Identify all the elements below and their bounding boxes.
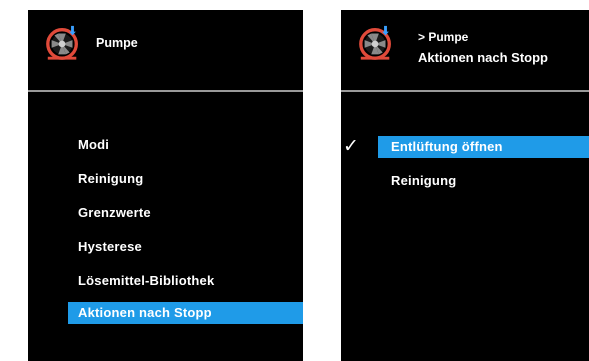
- menu-item-modi[interactable]: Modi: [28, 134, 303, 156]
- breadcrumb[interactable]: > Pumpe: [418, 30, 468, 44]
- option-entlueftung-oeffnen[interactable]: ✓ Entlüftung öffnen: [343, 136, 589, 158]
- option-label: Entlüftung öffnen: [391, 139, 503, 154]
- option-label: Reinigung: [391, 173, 457, 188]
- pump-icon: [46, 25, 78, 60]
- option-reinigung[interactable]: Reinigung: [341, 170, 589, 192]
- menu-item-label: Aktionen nach Stopp: [78, 305, 212, 320]
- menu-item-label: Reinigung: [78, 171, 144, 186]
- options-menu: ✓ Entlüftung öffnen Reinigung: [341, 136, 589, 192]
- aktionen-nach-stopp-screen: > Pumpe Aktionen nach Stopp ✓ Entlüftung…: [341, 10, 589, 361]
- menu-item-loesemittel-bibliothek[interactable]: Lösemittel-Bibliothek: [28, 270, 303, 292]
- menu-item-label: Modi: [78, 137, 110, 152]
- pump-menu-screen: Pumpe Modi Reinigung Grenzwerte Hysteres…: [28, 10, 303, 361]
- settings-menu: Modi Reinigung Grenzwerte Hysterese Löse…: [28, 134, 303, 324]
- menu-item-grenzwerte[interactable]: Grenzwerte: [28, 202, 303, 224]
- menu-item-label: Grenzwerte: [78, 205, 151, 220]
- checkmark-icon: ✓: [343, 136, 360, 157]
- menu-item-hysterese[interactable]: Hysterese: [28, 236, 303, 258]
- header-divider: [28, 90, 303, 92]
- page-title: Aktionen nach Stopp: [418, 50, 548, 65]
- menu-item-reinigung[interactable]: Reinigung: [28, 168, 303, 190]
- menu-item-label: Hysterese: [78, 239, 142, 254]
- menu-item-aktionen-nach-stopp[interactable]: Aktionen nach Stopp: [68, 302, 303, 324]
- menu-item-label: Lösemittel-Bibliothek: [78, 273, 215, 288]
- pump-icon: [359, 25, 391, 60]
- header-divider: [341, 90, 589, 92]
- page-title: Pumpe: [96, 36, 138, 50]
